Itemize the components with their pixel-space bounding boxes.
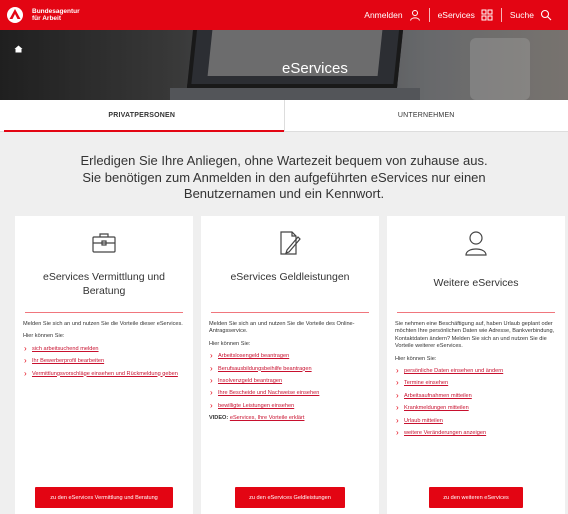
grid-icon	[481, 9, 493, 21]
briefcase-icon	[15, 230, 193, 254]
hero-banner: eServices	[0, 30, 568, 100]
video-label: VIDEO:	[209, 415, 229, 422]
geldleistungen-button[interactable]: zu den eServices Geldleistungen	[235, 487, 345, 508]
brand-logo[interactable]: Bundesagentur für Arbeit	[6, 6, 80, 24]
person-icon	[387, 230, 565, 256]
link-berufsausbildungsbeihilfe[interactable]: Berufsausbildungsbeihilfe beantragen	[218, 366, 312, 372]
top-nav: Anmelden eServices Suche	[356, 0, 560, 30]
card-link-list: sich arbeitsuchend melden Ihr Bewerberpr…	[23, 345, 187, 378]
search-button[interactable]: Suche	[502, 0, 560, 30]
list-item: bewilligte Leistungen einsehen	[209, 402, 373, 410]
document-pen-icon	[201, 230, 379, 256]
list-item: Urlaub mitteilen	[395, 417, 559, 425]
card-vermittlung: eServices Vermittlung und Beratung Melde…	[15, 216, 193, 514]
intro-line-3: Benutzernamen und ein Kennwort.	[183, 186, 385, 201]
tab-privatpersonen[interactable]: PRIVATPERSONEN	[0, 100, 284, 132]
login-label: Anmelden	[364, 10, 403, 20]
audience-tabs: PRIVATPERSONEN UNTERNEHMEN	[0, 100, 568, 132]
card-weitere: Weitere eServices Sie nehmen eine Beschä…	[387, 216, 565, 514]
link-krankmeldungen[interactable]: Krankmeldungen mitteilen	[404, 405, 469, 411]
list-item: Arbeitsaufnahmen mitteilen	[395, 392, 559, 400]
intro-line-2: Sie benötigen zum Anmelden in den aufgef…	[82, 169, 486, 185]
link-termine[interactable]: Termine einsehen	[404, 380, 448, 386]
video-line: VIDEO: eServices, Ihre Vorteile erklärt	[209, 415, 373, 422]
list-item: sich arbeitsuchend melden	[23, 345, 187, 353]
brand-line-2: für Arbeit	[32, 15, 62, 22]
page-title: eServices	[282, 60, 348, 77]
link-bewilligte-leistungen[interactable]: bewilligte Leistungen einsehen	[218, 403, 294, 409]
list-item: Vermittlungsvorschläge einsehen und Rück…	[23, 370, 187, 378]
card-geldleistungen: eServices Geldleistungen Melden Sie sich…	[201, 216, 379, 514]
card-list-heading: Hier können Sie:	[23, 333, 65, 340]
search-label: Suche	[509, 10, 534, 20]
card-link-list: Arbeitslosengeld beantragen Berufsausbil…	[209, 352, 373, 410]
tab-unternehmen[interactable]: UNTERNEHMEN	[283, 100, 568, 131]
card-body: Sie nehmen eine Beschäftigung auf, haben…	[395, 321, 559, 442]
list-item: persönliche Daten einsehen und ändern	[395, 367, 559, 375]
intro-text: Erledigen Sie Ihre Anliegen, ohne Wartez…	[60, 153, 508, 203]
card-title: Weitere eServices	[433, 277, 519, 289]
list-item: Berufsausbildungsbeihilfe beantragen	[209, 365, 373, 373]
link-arbeitsuchend-melden[interactable]: sich arbeitsuchend melden	[32, 346, 99, 352]
link-bewerberprofil[interactable]: Ihr Bewerberprofil bearbeiten	[32, 358, 104, 364]
home-icon[interactable]	[14, 40, 23, 58]
card-divider	[25, 312, 183, 313]
card-divider	[397, 312, 555, 313]
card-intro: Melden Sie sich an und nutzen Sie die Vo…	[209, 321, 355, 335]
link-insolvenzgeld[interactable]: Insolvenzgeld beantragen	[218, 378, 282, 384]
link-bescheide-nachweise[interactable]: Ihre Bescheide und Nachweise einsehen	[218, 390, 319, 396]
list-item: Krankmeldungen mitteilen	[395, 404, 559, 412]
list-item: Arbeitslosengeld beantragen	[209, 352, 373, 360]
search-icon	[540, 9, 552, 21]
card-body: Melden Sie sich an und nutzen Sie die Vo…	[23, 321, 187, 383]
list-item: Insolvenzgeld beantragen	[209, 377, 373, 385]
card-list-heading: Hier können Sie:	[395, 355, 437, 362]
video-link[interactable]: eServices, Ihre Vorteile erklärt	[230, 415, 305, 421]
weitere-eservices-button[interactable]: zu den weiteren eServices	[429, 487, 523, 508]
link-arbeitslosengeld[interactable]: Arbeitslosengeld beantragen	[218, 353, 289, 359]
login-button[interactable]: Anmelden	[356, 0, 428, 30]
list-item: weitere Veränderungen anzeigen	[395, 429, 559, 437]
card-list-heading: Hier können Sie:	[209, 340, 251, 347]
user-icon	[409, 9, 421, 21]
list-item: Ihr Bewerberprofil bearbeiten	[23, 357, 187, 365]
list-item: Ihre Bescheide und Nachweise einsehen	[209, 389, 373, 397]
card-intro: Sie nehmen eine Beschäftigung auf, haben…	[395, 321, 555, 350]
card-link-list: persönliche Daten einsehen und ändern Te…	[395, 367, 559, 437]
list-item: Termine einsehen	[395, 379, 559, 387]
card-intro: Melden Sie sich an und nutzen Sie die Vo…	[23, 321, 183, 327]
card-body: Melden Sie sich an und nutzen Sie die Vo…	[209, 321, 373, 428]
top-bar: Bundesagentur für Arbeit Anmelden eServi…	[0, 0, 568, 30]
link-persoenliche-daten[interactable]: persönliche Daten einsehen und ändern	[404, 368, 503, 374]
card-divider	[211, 312, 369, 313]
eservices-menu-button[interactable]: eServices	[430, 0, 501, 30]
link-weitere-veraenderungen[interactable]: weitere Veränderungen anzeigen	[404, 430, 486, 436]
brand-line-1: Bundesagentur	[32, 8, 80, 15]
card-title: eServices Geldleistungen	[230, 271, 350, 283]
card-title: eServices Vermittlung und Beratung	[43, 271, 165, 297]
link-vermittlungsvorschlaege[interactable]: Vermittlungsvorschläge einsehen und Rück…	[32, 371, 178, 377]
link-urlaub[interactable]: Urlaub mitteilen	[404, 418, 443, 424]
intro-line-1: Erledigen Sie Ihre Anliegen, ohne Wartez…	[80, 153, 488, 168]
eservices-label: eServices	[437, 10, 475, 20]
link-arbeitsaufnahmen[interactable]: Arbeitsaufnahmen mitteilen	[404, 393, 472, 399]
ba-logo-icon	[6, 6, 28, 24]
vermittlung-button[interactable]: zu den eServices Vermittlung und Beratun…	[35, 487, 173, 508]
